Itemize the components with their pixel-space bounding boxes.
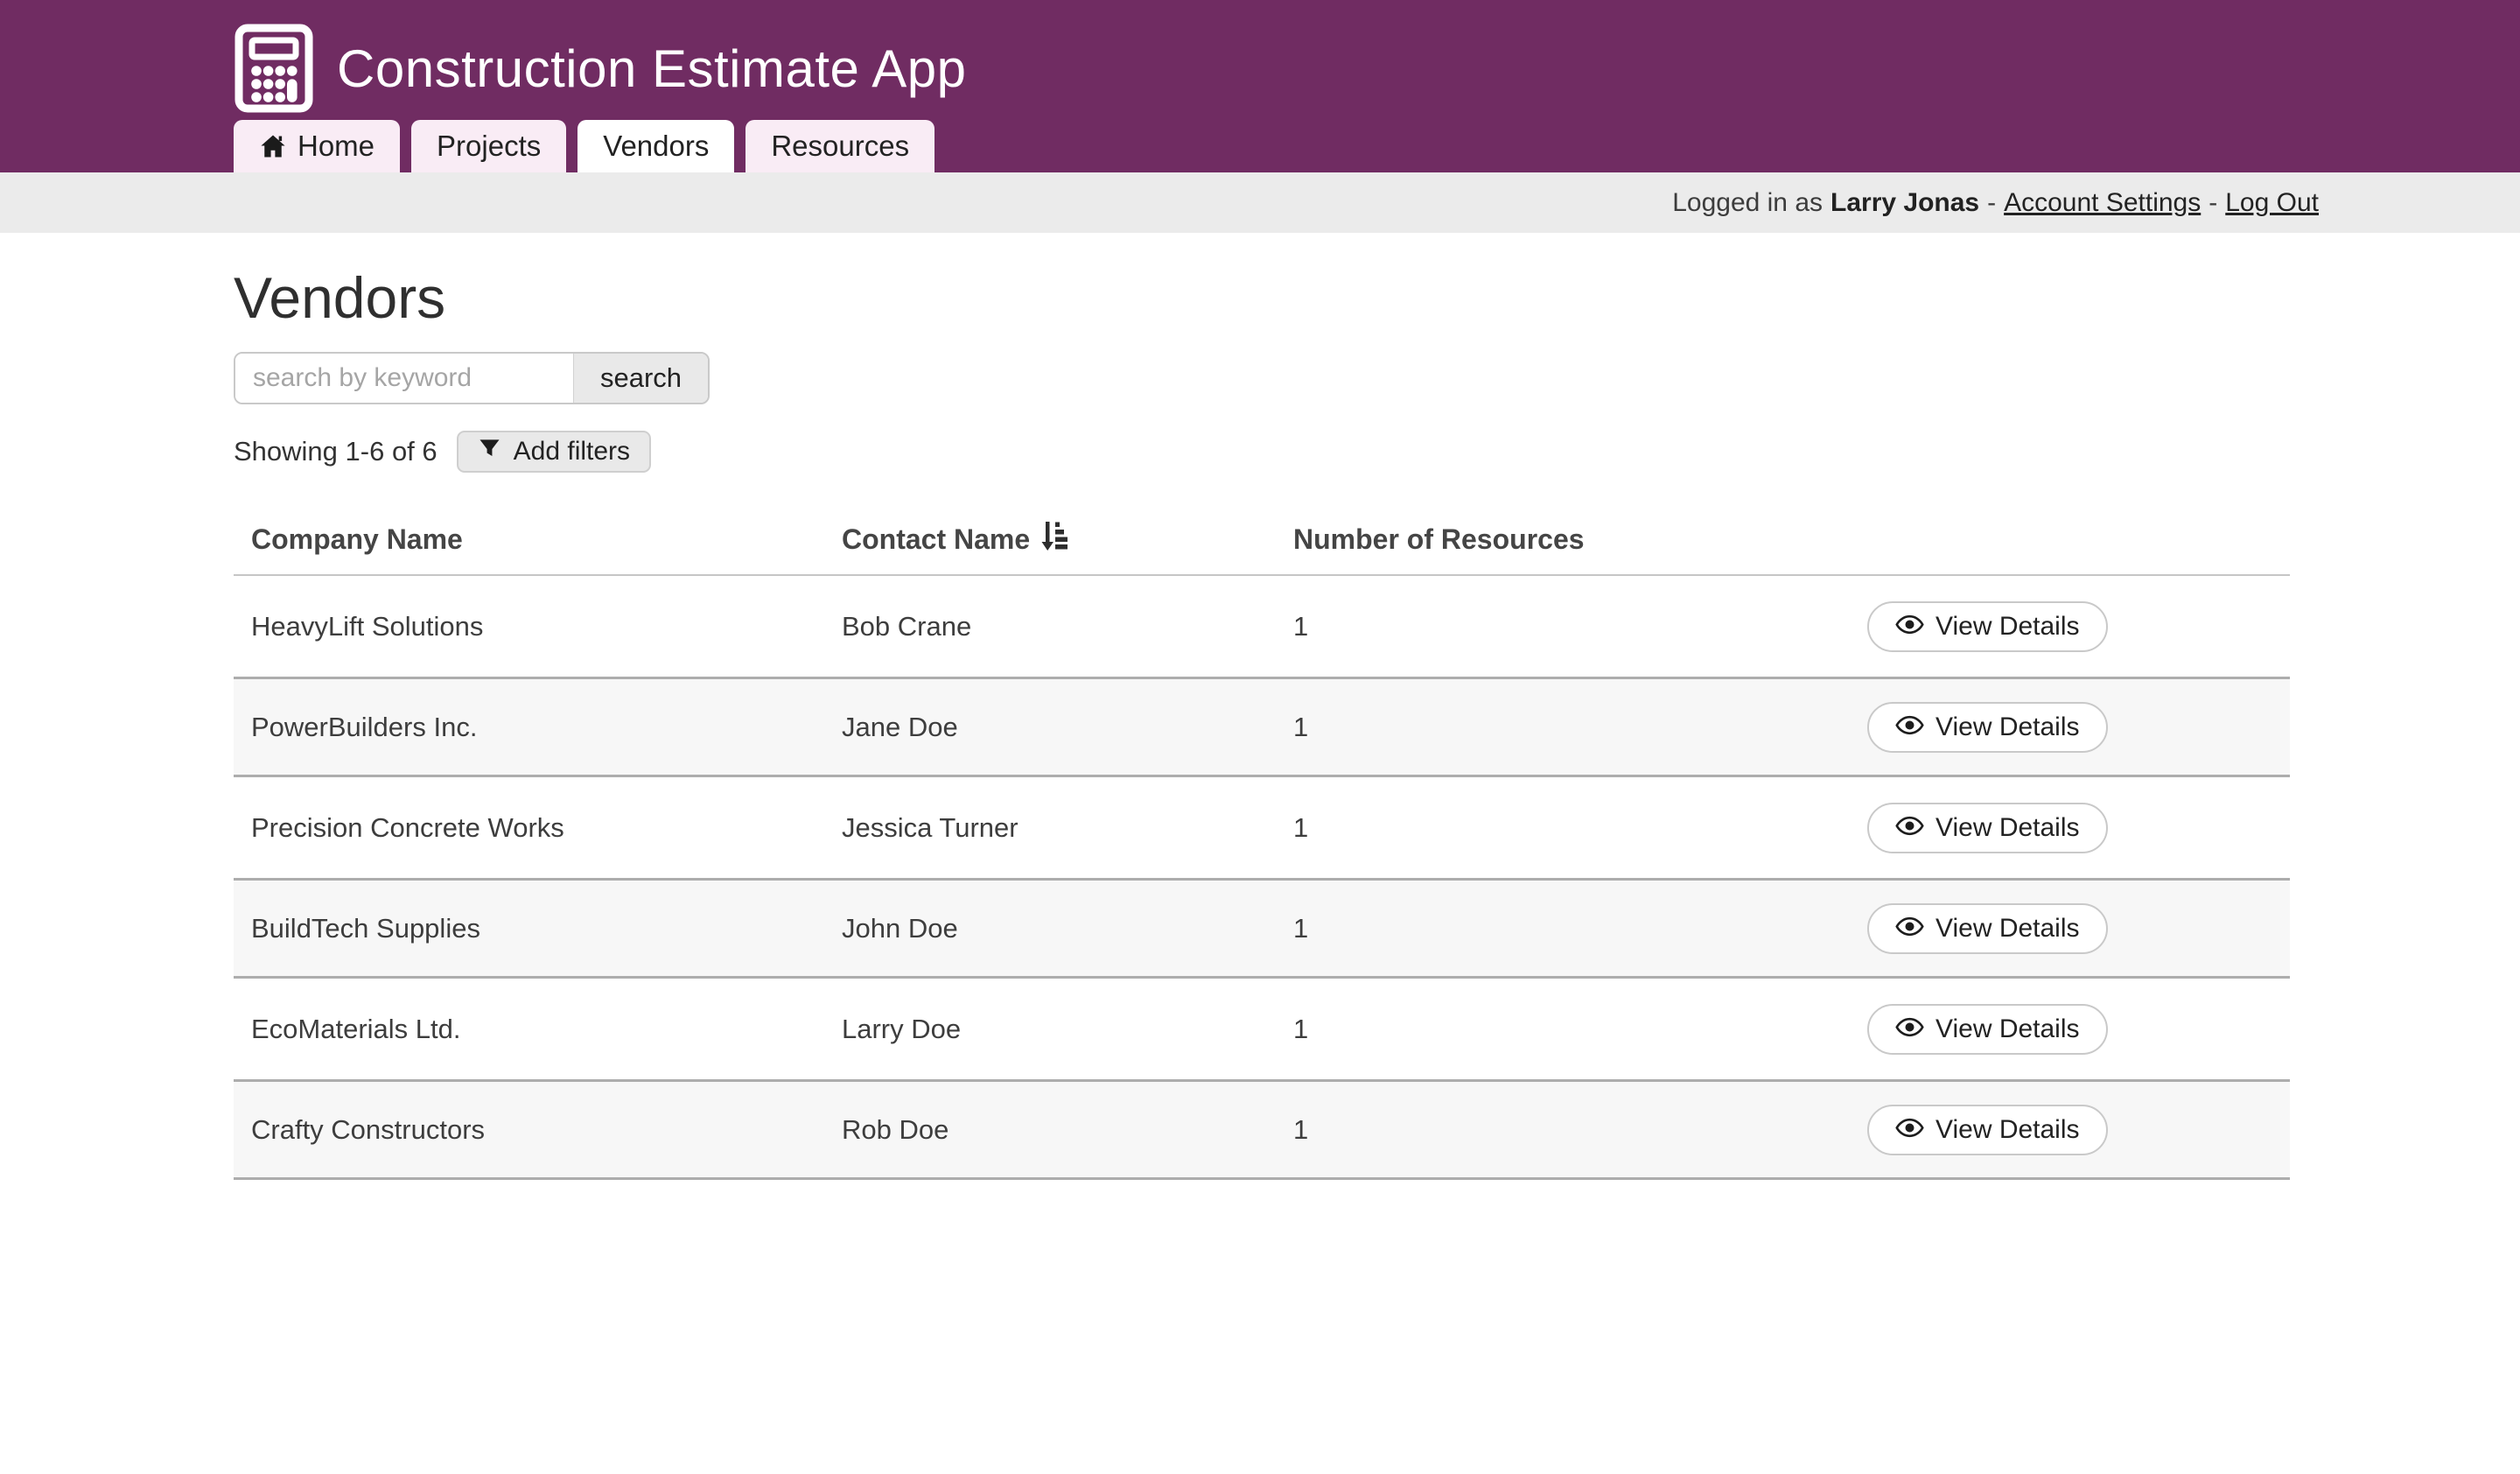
contact-cell: Jane Doe xyxy=(842,712,1293,743)
calculator-icon xyxy=(234,23,314,114)
resources-cell: 1 xyxy=(1293,812,1863,844)
eye-icon xyxy=(1895,712,1924,742)
view-details-button[interactable]: View Details xyxy=(1867,903,2108,954)
column-header-contact: Contact Name xyxy=(842,520,1293,560)
logged-in-username: Larry Jonas xyxy=(1830,188,1979,218)
resources-cell: 1 xyxy=(1293,712,1863,743)
resources-cell: 1 xyxy=(1293,1014,1863,1045)
column-header-contact-label: Contact Name xyxy=(842,523,1030,556)
tab-label: Vendors xyxy=(603,130,709,163)
vendor-table: Company Name Contact Name xyxy=(234,505,2290,1180)
column-header-resources: Number of Resources xyxy=(1293,523,1863,556)
view-details-button[interactable]: View Details xyxy=(1867,1004,2108,1055)
view-details-label: View Details xyxy=(1936,712,2080,742)
eye-icon xyxy=(1895,914,1924,944)
sort-amount-down-icon[interactable] xyxy=(1039,520,1070,560)
nav-tabs: Home Projects Vendors Resources xyxy=(234,120,934,172)
view-details-label: View Details xyxy=(1936,813,2080,843)
view-details-label: View Details xyxy=(1936,1014,2080,1044)
tab-home[interactable]: Home xyxy=(234,120,400,172)
tab-vendors[interactable]: Vendors xyxy=(578,120,734,172)
account-settings-link[interactable]: Account Settings xyxy=(2004,188,2201,218)
contact-cell: Bob Crane xyxy=(842,611,1293,642)
tab-label: Projects xyxy=(437,130,541,163)
contact-cell: Larry Doe xyxy=(842,1014,1293,1045)
search-input[interactable] xyxy=(235,354,573,403)
search-widget: search xyxy=(234,352,710,404)
tab-projects[interactable]: Projects xyxy=(411,120,566,172)
log-out-link[interactable]: Log Out xyxy=(2225,188,2319,218)
table-row: HeavyLift Solutions Bob Crane 1 View Det… xyxy=(234,576,2290,677)
filter-funnel-icon xyxy=(478,437,501,467)
table-row: Precision Concrete Works Jessica Turner … xyxy=(234,777,2290,878)
tab-resources[interactable]: Resources xyxy=(746,120,934,172)
main-content: Vendors search Showing 1-6 of 6 Add filt… xyxy=(0,264,2520,1180)
tab-label: Home xyxy=(298,130,374,163)
view-details-label: View Details xyxy=(1936,1115,2080,1145)
column-header-company: Company Name xyxy=(234,523,842,556)
actions-cell: View Details xyxy=(1863,1105,2290,1155)
account-bar: Logged in as Larry Jonas - Account Setti… xyxy=(0,172,2520,233)
separator: - xyxy=(1987,188,1996,218)
separator: - xyxy=(2208,188,2217,218)
eye-icon xyxy=(1895,1014,1924,1044)
eye-icon xyxy=(1895,1115,1924,1145)
resources-cell: 1 xyxy=(1293,1114,1863,1146)
actions-cell: View Details xyxy=(1863,903,2290,954)
view-details-button[interactable]: View Details xyxy=(1867,803,2108,853)
page-title: Vendors xyxy=(234,264,2290,331)
eye-icon xyxy=(1895,813,1924,843)
showing-count-text: Showing 1-6 of 6 xyxy=(234,436,438,467)
actions-cell: View Details xyxy=(1863,601,2290,652)
company-cell: Crafty Constructors xyxy=(234,1114,842,1146)
company-cell: Precision Concrete Works xyxy=(234,812,842,844)
app-header: Construction Estimate App Home Projects … xyxy=(0,0,2520,172)
table-row: PowerBuilders Inc. Jane Doe 1 View Detai… xyxy=(234,677,2290,777)
search-button[interactable]: search xyxy=(573,354,708,403)
vendors-page: Construction Estimate App Home Projects … xyxy=(0,0,2520,1474)
resources-cell: 1 xyxy=(1293,611,1863,642)
table-row: BuildTech Supplies John Doe 1 View Detai… xyxy=(234,878,2290,979)
view-details-button[interactable]: View Details xyxy=(1867,1105,2108,1155)
logged-in-prefix: Logged in as xyxy=(1672,188,1823,218)
company-cell: HeavyLift Solutions xyxy=(234,611,842,642)
table-row: Crafty Constructors Rob Doe 1 View Detai… xyxy=(234,1079,2290,1180)
eye-icon xyxy=(1895,612,1924,642)
resources-cell: 1 xyxy=(1293,913,1863,944)
actions-cell: View Details xyxy=(1863,702,2290,753)
home-icon xyxy=(259,132,287,160)
table-header-row: Company Name Contact Name xyxy=(234,505,2290,576)
table-body: HeavyLift Solutions Bob Crane 1 View Det… xyxy=(234,576,2290,1180)
view-details-button[interactable]: View Details xyxy=(1867,601,2108,652)
company-cell: BuildTech Supplies xyxy=(234,913,842,944)
view-details-label: View Details xyxy=(1936,612,2080,642)
company-cell: EcoMaterials Ltd. xyxy=(234,1014,842,1045)
table-row: EcoMaterials Ltd. Larry Doe 1 View Detai… xyxy=(234,979,2290,1079)
contact-cell: John Doe xyxy=(842,913,1293,944)
add-filters-label: Add filters xyxy=(514,437,630,467)
filters-row: Showing 1-6 of 6 Add filters xyxy=(234,431,2290,473)
app-brand: Construction Estimate App xyxy=(0,0,2520,114)
add-filters-button[interactable]: Add filters xyxy=(457,431,651,473)
contact-cell: Rob Doe xyxy=(842,1114,1293,1146)
actions-cell: View Details xyxy=(1863,803,2290,853)
app-title: Construction Estimate App xyxy=(337,39,967,99)
contact-cell: Jessica Turner xyxy=(842,812,1293,844)
tab-label: Resources xyxy=(771,130,909,163)
actions-cell: View Details xyxy=(1863,1004,2290,1055)
view-details-label: View Details xyxy=(1936,914,2080,944)
search-row: search xyxy=(234,352,2290,404)
company-cell: PowerBuilders Inc. xyxy=(234,712,842,743)
view-details-button[interactable]: View Details xyxy=(1867,702,2108,753)
